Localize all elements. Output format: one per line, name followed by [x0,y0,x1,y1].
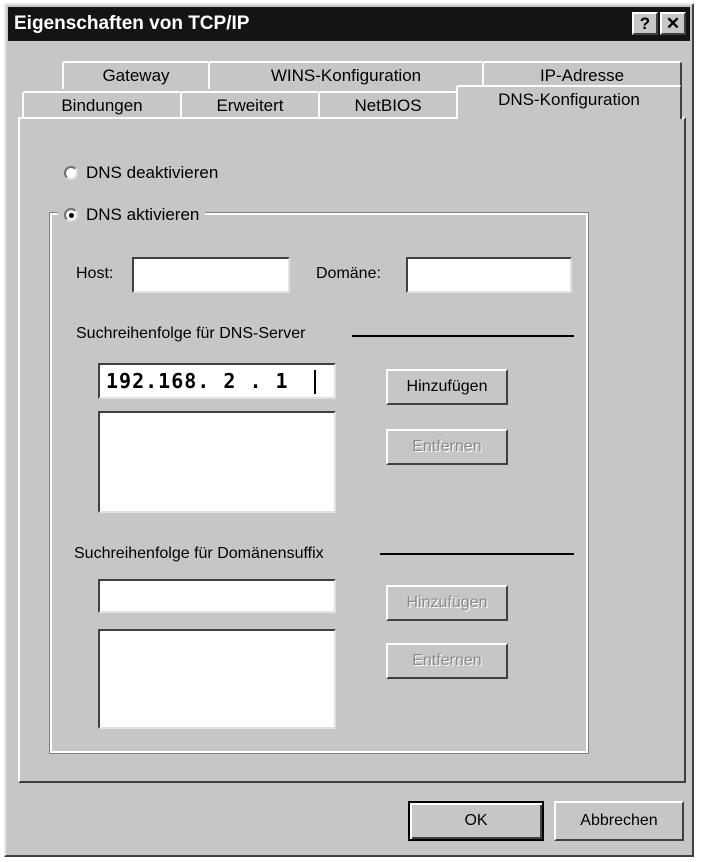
dns-server-field[interactable] [98,363,336,399]
host-label: Host: [76,265,114,282]
tab-dns-konfiguration[interactable]: DNS-Konfiguration [456,85,682,119]
help-button[interactable]: ? [632,12,658,35]
dns-server-order-label: Suchreihenfolge für DNS-Server [76,325,306,342]
host-input[interactable] [134,259,288,291]
domain-field[interactable] [406,257,572,293]
domain-suffix-field[interactable] [98,579,336,613]
close-button[interactable]: ✕ [660,12,686,35]
dns-server-input[interactable] [100,365,334,397]
tab-erweitert[interactable]: Erweitert [180,91,320,119]
dns-disable-radio[interactable] [64,166,78,180]
domain-suffix-add-button[interactable]: Hinzufügen [386,585,508,621]
dns-disable-option[interactable]: DNS deaktivieren [64,163,218,183]
text-caret [314,370,316,394]
domain-input[interactable] [408,259,570,291]
dns-server-add-button[interactable]: Hinzufügen [386,369,508,405]
dns-server-separator [352,335,574,337]
cancel-button[interactable]: Abbrechen [554,801,684,841]
domain-suffix-list[interactable] [98,629,336,729]
domain-suffix-separator [380,553,574,555]
dns-config-panel: DNS deaktivieren DNS aktivieren Host: Do… [18,117,686,783]
dns-server-list[interactable] [98,411,336,513]
domain-label: Domäne: [316,265,381,282]
dns-enable-label: DNS aktivieren [86,205,200,224]
tab-wins-konfiguration[interactable]: WINS-Konfiguration [208,61,484,89]
tab-netbios[interactable]: NetBIOS [318,91,458,119]
domain-suffix-order-label: Suchreihenfolge für Domänensuffix [74,545,324,562]
close-icon: ✕ [665,14,681,33]
dns-server-remove-button[interactable]: Entfernen [386,429,508,465]
dns-enable-radio[interactable] [64,208,78,222]
dns-disable-label: DNS deaktivieren [86,163,219,182]
dns-enable-option[interactable]: DNS aktivieren [58,205,206,225]
title-bar[interactable]: Eigenschaften von TCP/IP ? ✕ [8,7,690,41]
tab-gateway[interactable]: Gateway [62,61,210,89]
tab-bindungen[interactable]: Bindungen [22,91,182,119]
host-field[interactable] [132,257,290,293]
domain-suffix-input[interactable] [100,581,334,611]
window-title: Eigenschaften von TCP/IP [14,13,250,34]
domain-suffix-remove-button[interactable]: Entfernen [386,643,508,679]
tcpip-properties-dialog: Eigenschaften von TCP/IP ? ✕ Gateway WIN… [4,3,694,857]
ok-button[interactable]: OK [408,801,544,841]
